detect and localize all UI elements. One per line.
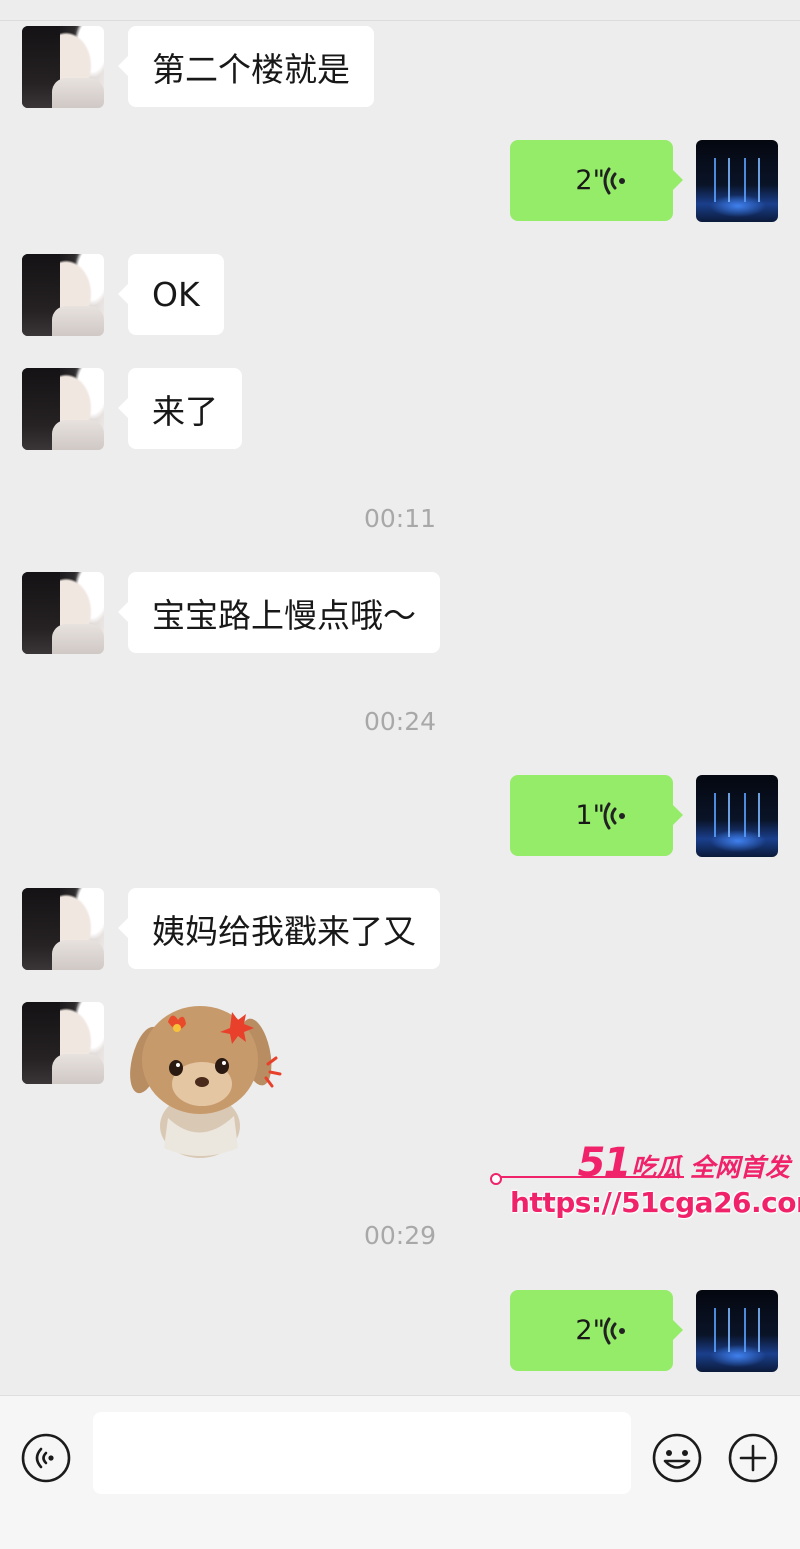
contact-avatar[interactable] bbox=[22, 572, 104, 654]
voice-mode-icon[interactable] bbox=[20, 1432, 72, 1484]
emoji-icon[interactable] bbox=[651, 1432, 703, 1484]
my-avatar[interactable] bbox=[696, 775, 778, 857]
message-text: 来了 bbox=[152, 391, 218, 431]
incoming-message-bubble[interactable]: 姨妈给我戳来了又 bbox=[118, 888, 440, 969]
plus-icon[interactable] bbox=[727, 1432, 779, 1484]
watermark-number: 51 bbox=[577, 1140, 632, 1186]
message-text: 宝宝路上慢点哦～ bbox=[152, 595, 416, 635]
contact-avatar[interactable] bbox=[22, 26, 104, 108]
contact-avatar[interactable] bbox=[22, 888, 104, 970]
incoming-message-bubble[interactable]: OK bbox=[118, 254, 224, 335]
chat-area[interactable]: 第二个楼就是 2" OK 来了 00:11 宝宝路上慢点哦～ 00:24 1" bbox=[0, 0, 800, 1395]
voice-wave-icon bbox=[603, 802, 625, 830]
message-text: 姨妈给我戳来了又 bbox=[152, 911, 416, 951]
timestamp: 00:11 bbox=[363, 504, 437, 533]
timestamp: 00:24 bbox=[363, 707, 437, 736]
watermark-rule bbox=[490, 1173, 684, 1185]
contact-avatar[interactable] bbox=[22, 368, 104, 450]
incoming-message-bubble[interactable]: 宝宝路上慢点哦～ bbox=[118, 572, 440, 653]
incoming-message-bubble[interactable]: 来了 bbox=[118, 368, 242, 449]
input-bar bbox=[0, 1395, 800, 1549]
voice-wave-icon bbox=[603, 1317, 625, 1345]
voice-duration: 2" bbox=[575, 165, 605, 196]
incoming-message-bubble[interactable]: 第二个楼就是 bbox=[118, 26, 374, 107]
message-input[interactable] bbox=[93, 1412, 631, 1494]
my-avatar[interactable] bbox=[696, 1290, 778, 1372]
voice-duration: 1" bbox=[575, 800, 605, 831]
watermark: 51 吃瓜 全网首发 https://51cga26.com bbox=[490, 1140, 800, 1224]
outgoing-voice-message[interactable]: 2" bbox=[510, 1290, 683, 1371]
outgoing-voice-message[interactable]: 1" bbox=[510, 775, 683, 856]
watermark-brand: 51 吃瓜 全网首发 bbox=[578, 1140, 790, 1186]
message-text: 第二个楼就是 bbox=[152, 49, 350, 89]
outgoing-voice-message[interactable]: 2" bbox=[510, 140, 683, 221]
contact-avatar[interactable] bbox=[22, 254, 104, 336]
divider bbox=[0, 20, 800, 21]
watermark-url: https://51cga26.com bbox=[510, 1186, 800, 1219]
voice-wave-icon bbox=[603, 167, 625, 195]
puppy-sticker[interactable] bbox=[128, 998, 298, 1164]
timestamp: 00:29 bbox=[363, 1221, 437, 1250]
watermark-slogan: 吃瓜 全网首发 bbox=[631, 1153, 790, 1182]
my-avatar[interactable] bbox=[696, 140, 778, 222]
contact-avatar[interactable] bbox=[22, 1002, 104, 1084]
message-text: OK bbox=[152, 275, 200, 314]
voice-duration: 2" bbox=[575, 1315, 605, 1346]
